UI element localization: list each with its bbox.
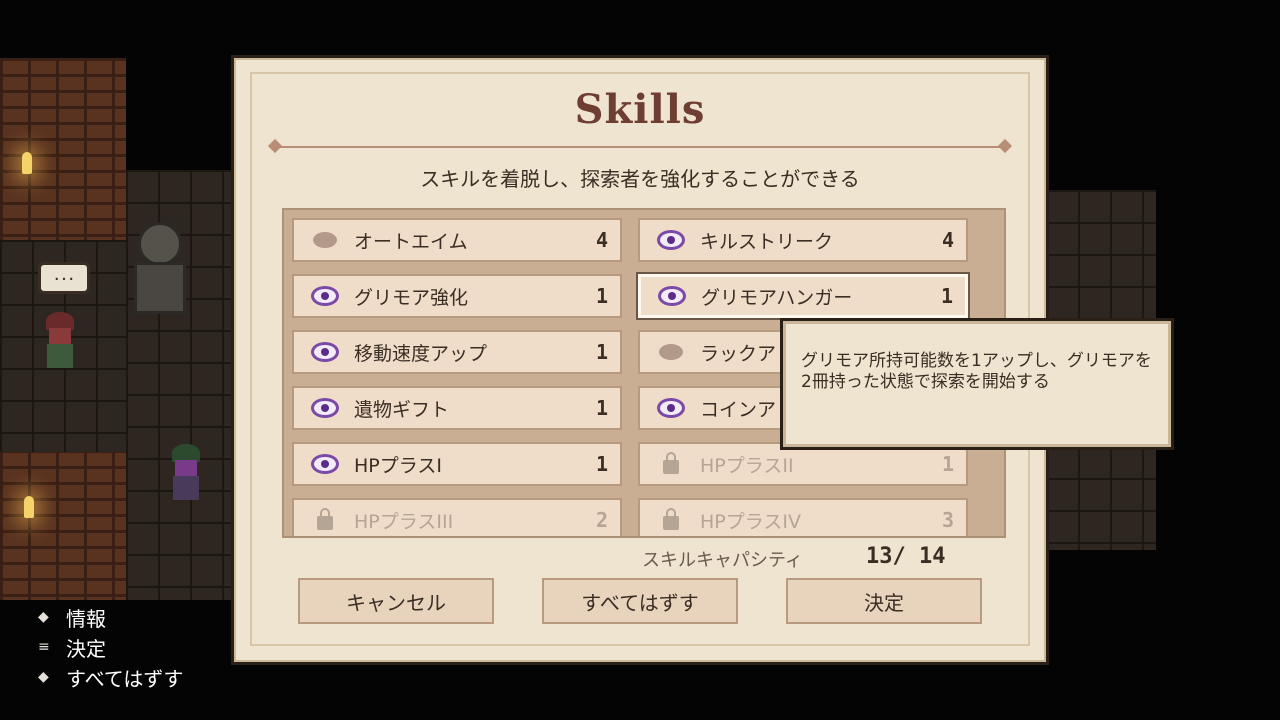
eye-icon (308, 286, 342, 306)
skill-name: 移動速度アップ (354, 342, 488, 365)
player-character (166, 444, 206, 500)
title-divider (274, 146, 1006, 148)
skill-item[interactable]: キルストリーク 4 (638, 218, 968, 262)
capacity-value: 13/ 14 (866, 544, 946, 569)
hint-label: すべてはずす (66, 666, 184, 691)
remove-all-button[interactable]: すべてはずす (542, 578, 738, 624)
eye-icon (654, 230, 688, 250)
skill-name: HPプラスI (354, 454, 442, 477)
skill-name: キルストリーク (700, 230, 834, 253)
skill-item[interactable]: HPプラスIII 2 (292, 498, 622, 536)
skill-item[interactable]: グリモア強化 1 (292, 274, 622, 318)
skill-cost: 1 (940, 284, 954, 308)
skill-name: HPプラスIII (354, 510, 454, 533)
skill-cost: 1 (941, 452, 955, 476)
skill-cost: 2 (595, 508, 609, 532)
skill-item[interactable]: HPプラスIV 3 (638, 498, 968, 536)
skill-cost: 1 (595, 396, 609, 420)
skill-cost: 4 (595, 228, 609, 252)
skill-name: HPプラスIV (700, 510, 801, 533)
dungeon-wall (0, 450, 126, 600)
hint-confirm: ≡ 決定 (38, 632, 183, 662)
lock-icon (308, 508, 342, 530)
skill-name: グリモア強化 (354, 286, 469, 309)
skill-cost: 3 (941, 508, 955, 532)
panel-title: Skills (574, 86, 706, 133)
skill-cost: 1 (595, 284, 609, 308)
cancel-button[interactable]: キャンセル (298, 578, 494, 624)
lock-icon (654, 452, 688, 474)
skill-item[interactable]: HPプラスI 1 (292, 442, 622, 486)
dungeon-wall (0, 58, 126, 242)
eye-icon (308, 454, 342, 474)
torch-icon (22, 152, 32, 174)
statue (134, 222, 186, 314)
skill-name: 遺物ギフト (354, 398, 450, 421)
hint-label: 情報 (66, 606, 106, 631)
diamond-icon: ◆ (38, 669, 49, 685)
confirm-button[interactable]: 決定 (786, 578, 982, 624)
skill-cost: 1 (595, 340, 609, 364)
skill-item[interactable]: 遺物ギフト 1 (292, 386, 622, 430)
npc-character (40, 312, 80, 368)
tooltip-text: グリモア所持可能数を1アップし、グリモアを2冊持った状態で探索を開始する (801, 351, 1152, 392)
skill-name: グリモアハンガー (701, 286, 853, 309)
hint-remove-all: ◆ すべてはずす (38, 662, 183, 692)
hint-info: ◆ 情報 (38, 602, 183, 632)
blob-icon (308, 232, 342, 248)
skill-tooltip: グリモア所持可能数を1アップし、グリモアを2冊持った状態で探索を開始する (780, 318, 1174, 450)
capacity-label: スキルキャパシティ (642, 550, 803, 571)
eye-icon (308, 398, 342, 418)
menu-icon: ≡ (38, 639, 50, 655)
control-hints: ◆ 情報 ≡ 決定 ◆ すべてはずす (38, 602, 183, 692)
panel-subtitle: スキルを着脱し、探索者を強化することができる (420, 167, 860, 191)
lock-icon (654, 508, 688, 530)
skill-item[interactable]: グリモアハンガー 1 (638, 274, 968, 318)
eye-icon (654, 398, 688, 418)
skill-name: HPプラスII (700, 454, 794, 477)
diamond-icon: ◆ (38, 609, 49, 625)
skill-item[interactable]: オートエイム 4 (292, 218, 622, 262)
eye-icon (308, 342, 342, 362)
speech-bubble: ... (38, 262, 90, 294)
blob-icon (654, 344, 688, 360)
skill-cost: 1 (595, 452, 609, 476)
skill-cost: 4 (941, 228, 955, 252)
hint-label: 決定 (66, 636, 106, 661)
skill-item[interactable]: 移動速度アップ 1 (292, 330, 622, 374)
torch-icon (24, 496, 34, 518)
skill-name: オートエイム (354, 230, 468, 253)
eye-icon (655, 286, 689, 306)
